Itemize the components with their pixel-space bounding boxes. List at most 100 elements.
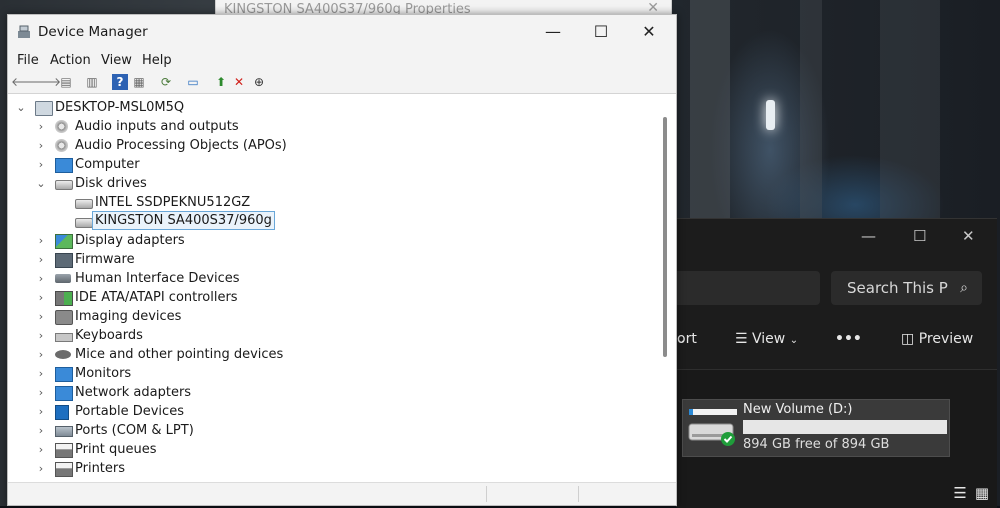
computer-icon[interactable]: ▭: [185, 74, 201, 90]
uninstall-icon[interactable]: ✕: [231, 74, 247, 90]
tree-item-label: IDE ATA/ATAPI controllers: [75, 290, 238, 305]
help-icon[interactable]: ?: [112, 74, 128, 90]
chevron-right-icon[interactable]: ›: [35, 250, 47, 269]
tree-item-label: Network adapters: [75, 385, 192, 400]
tree-item[interactable]: › Ports (COM & LPT): [35, 421, 635, 440]
tree-item[interactable]: › Human Interface Devices: [35, 269, 635, 288]
tree-child-item[interactable]: KINGSTON SA400S37/960g: [55, 211, 655, 231]
tree-item[interactable]: › Audio inputs and outputs: [35, 117, 635, 136]
hard-drive-icon: [688, 409, 737, 446]
tree-child-item[interactable]: INTEL SSDPEKNU512GZ: [55, 193, 655, 212]
maximize-icon[interactable]: ☐: [913, 227, 926, 245]
tiles-view-icon[interactable]: ▦: [975, 484, 989, 502]
drive-icon: [55, 180, 73, 190]
tree-item[interactable]: › Audio Processing Objects (APOs): [35, 136, 635, 155]
chevron-right-icon[interactable]: ›: [35, 364, 47, 383]
maximize-button[interactable]: ☐: [578, 15, 624, 49]
search-placeholder: Search This P: [847, 279, 948, 297]
device-tree: ⌄ DESKTOP-MSL0M5Q › Audio inputs and output…: [9, 95, 660, 481]
minimize-button[interactable]: —: [530, 15, 576, 49]
view-button[interactable]: ☰ View ⌄: [735, 331, 798, 347]
close-icon[interactable]: ✕: [962, 227, 975, 245]
chevron-right-icon[interactable]: ›: [35, 440, 47, 459]
command-bar: ort ⌄ ☰ View ⌄ ••• ◫ Preview: [677, 331, 997, 355]
disable-icon[interactable]: ⊕: [251, 74, 267, 90]
sort-button[interactable]: ort ⌄: [677, 331, 697, 347]
chevron-down-icon[interactable]: ⌄: [15, 98, 27, 117]
drive-tile[interactable]: New Volume (D:) 894 GB free of 894 GB: [682, 399, 950, 457]
chevron-right-icon[interactable]: ›: [35, 307, 47, 326]
chevron-right-icon[interactable]: ›: [35, 269, 47, 288]
tree-item[interactable]: › Printers: [35, 459, 635, 478]
properties-icon[interactable]: ▤: [58, 74, 74, 90]
chevron-right-icon[interactable]: ›: [35, 402, 47, 421]
chip-icon: [55, 253, 73, 268]
chevron-right-icon[interactable]: ›: [35, 155, 47, 174]
update-driver-icon[interactable]: ⬆: [213, 74, 229, 90]
file-explorer-window[interactable]: — ☐ ✕ Search This P ⌕ ort ⌄ ☰ View ⌄ •••…: [676, 218, 997, 508]
chevron-right-icon[interactable]: ›: [35, 231, 47, 250]
more-options-button[interactable]: •••: [835, 331, 862, 347]
tree-item[interactable]: › Portable Devices: [35, 402, 635, 421]
tree-item[interactable]: › Keyboards: [35, 326, 635, 345]
details-view-icon[interactable]: ☰: [953, 484, 966, 502]
chevron-right-icon[interactable]: ›: [35, 136, 47, 155]
chevron-right-icon[interactable]: ›: [35, 345, 47, 364]
view-toggle: ☰ ▦: [945, 484, 989, 502]
chevron-right-icon[interactable]: ›: [35, 117, 47, 136]
printer-icon: [55, 462, 73, 477]
tree-item-label: INTEL SSDPEKNU512GZ: [95, 195, 251, 210]
back-icon[interactable]: 🡐: [11, 74, 43, 90]
preview-button[interactable]: ◫ Preview: [901, 331, 973, 347]
device-manager-icon: [18, 25, 30, 38]
chevron-right-icon[interactable]: ›: [35, 421, 47, 440]
chevron-right-icon[interactable]: ›: [35, 459, 47, 478]
tree-item[interactable]: › Display adapters: [35, 231, 635, 250]
drive-usage-bar: [743, 420, 947, 434]
tree-item-label: Imaging devices: [75, 309, 182, 324]
tree-item-label: Printers: [75, 461, 126, 476]
tree-item-label: Mice and other pointing devices: [75, 347, 284, 362]
audio-icon: [55, 139, 68, 152]
close-button[interactable]: ✕: [626, 15, 672, 49]
view-icon: ☰: [735, 331, 748, 347]
show-hidden-icon[interactable]: ▥: [84, 74, 100, 90]
tree-item[interactable]: › Computer: [35, 155, 635, 174]
view-resources-icon[interactable]: ▦: [131, 74, 147, 90]
scrollbar[interactable]: [663, 117, 667, 357]
tree-item[interactable]: › Firmware: [35, 250, 635, 269]
tree-item[interactable]: › Network adapters: [35, 383, 635, 402]
tree-item[interactable]: › Mice and other pointing devices: [35, 345, 635, 364]
tree-item[interactable]: › IDE ATA/ATAPI controllers: [35, 288, 635, 307]
portable-icon: [55, 405, 69, 420]
tree-item[interactable]: ⌄ Disk drives: [35, 174, 635, 193]
computer-icon: [35, 101, 53, 116]
menu-help[interactable]: Help: [142, 53, 172, 68]
address-bar[interactable]: [677, 271, 820, 305]
menu-view[interactable]: View: [101, 53, 132, 68]
device-manager-window[interactable]: Device Manager — ☐ ✕ File Action View He…: [7, 14, 677, 506]
tree-item-label: Audio Processing Objects (APOs): [75, 138, 287, 153]
menu-action[interactable]: Action: [50, 53, 91, 68]
chevron-right-icon[interactable]: ›: [35, 326, 47, 345]
tree-item[interactable]: › Monitors: [35, 364, 635, 383]
display-adapter-icon: [55, 234, 73, 249]
keyboard-icon: [55, 333, 73, 342]
chevron-right-icon[interactable]: ›: [35, 288, 47, 307]
tree-item[interactable]: › Print queues: [35, 440, 635, 459]
scan-hardware-icon[interactable]: ⟳: [158, 74, 174, 90]
chevron-down-icon[interactable]: ⌄: [35, 174, 47, 193]
ide-icon: [55, 291, 73, 306]
tree-root[interactable]: ⌄ DESKTOP-MSL0M5Q: [15, 98, 615, 117]
menu-file[interactable]: File: [17, 53, 39, 68]
minimize-icon[interactable]: —: [861, 227, 876, 245]
chevron-right-icon[interactable]: ›: [35, 383, 47, 402]
forward-icon[interactable]: 🡒: [29, 74, 61, 90]
title-bar: Device Manager — ☐ ✕: [8, 15, 676, 49]
tree-item[interactable]: › Imaging devices: [35, 307, 635, 326]
status-bar: [8, 482, 676, 505]
tree-item-label: Audio inputs and outputs: [75, 119, 239, 134]
monitor-icon: [55, 367, 73, 382]
printer-icon: [55, 443, 73, 458]
search-input[interactable]: Search This P ⌕: [831, 271, 982, 305]
